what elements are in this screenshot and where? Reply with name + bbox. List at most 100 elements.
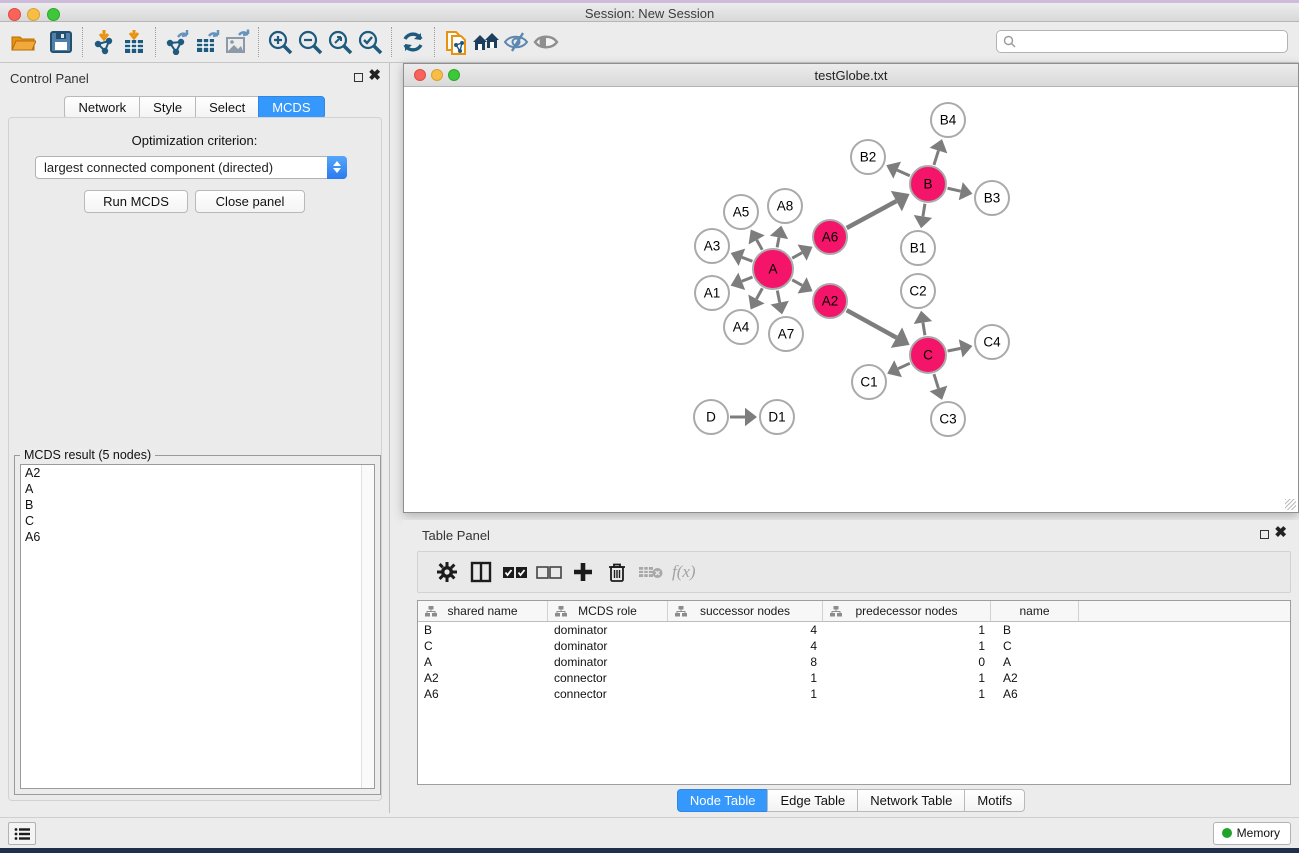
table-cell[interactable]: 1 xyxy=(668,686,823,702)
close-panel-icon[interactable]: ✖ xyxy=(1274,525,1287,541)
table-row[interactable]: A6connector11A6 xyxy=(418,686,1290,702)
table-cell[interactable]: 1 xyxy=(668,670,823,686)
table-cell[interactable]: 1 xyxy=(823,670,991,686)
table-cell[interactable]: dominator xyxy=(548,638,668,654)
edge-C-C4[interactable] xyxy=(948,348,961,351)
edge-A-A4[interactable] xyxy=(756,288,762,299)
column-header-successor-nodes[interactable]: successor nodes xyxy=(668,601,823,621)
hide-graphics-details-button[interactable] xyxy=(501,27,531,57)
column-header-predecessor-nodes[interactable]: predecessor nodes xyxy=(823,601,991,621)
column-header-shared-name[interactable]: shared name xyxy=(418,601,548,621)
memory-button[interactable]: Memory xyxy=(1213,822,1291,845)
mcds-result-item[interactable]: B xyxy=(21,497,374,513)
select-all-columns-button[interactable] xyxy=(498,557,532,587)
tab-node-table[interactable]: Node Table xyxy=(677,789,768,812)
delete-column-button[interactable] xyxy=(600,557,634,587)
edge-B-B4[interactable] xyxy=(934,151,938,165)
mcds-result-item[interactable]: C xyxy=(21,513,374,529)
open-session-button[interactable] xyxy=(8,27,38,57)
table-cell[interactable]: C xyxy=(418,638,548,654)
edge-A-A1[interactable] xyxy=(742,277,753,281)
edge-C-C1[interactable] xyxy=(898,363,910,368)
table-cell[interactable]: 1 xyxy=(823,638,991,654)
export-network-button[interactable] xyxy=(162,27,192,57)
table-cell[interactable]: A2 xyxy=(991,670,1079,686)
table-cell[interactable]: A6 xyxy=(991,686,1079,702)
table-cell[interactable]: dominator xyxy=(548,654,668,670)
export-table-button[interactable] xyxy=(192,27,222,57)
table-cell[interactable]: 1 xyxy=(823,686,991,702)
close-panel-button[interactable]: Close panel xyxy=(195,190,305,213)
network-canvas[interactable]: AA1A2A3A4A5A6A7A8BB1B2B3B4CC1C2C3C4DD1 xyxy=(404,87,1298,512)
task-history-button[interactable] xyxy=(8,822,36,845)
tab-motifs[interactable]: Motifs xyxy=(964,789,1025,812)
zoom-out-button[interactable] xyxy=(295,27,325,57)
tab-select[interactable]: Select xyxy=(195,96,258,119)
table-cell[interactable]: connector xyxy=(548,670,668,686)
mcds-result-item[interactable]: A6 xyxy=(21,529,374,545)
column-header-MCDS-role[interactable]: MCDS role xyxy=(548,601,668,621)
show-all-networks-button[interactable] xyxy=(471,27,501,57)
zoom-in-button[interactable] xyxy=(265,27,295,57)
table-row[interactable]: A2connector11A2 xyxy=(418,670,1290,686)
mcds-result-item[interactable]: A2 xyxy=(21,465,374,481)
import-table-button[interactable] xyxy=(119,27,149,57)
zoom-fit-button[interactable] xyxy=(325,27,355,57)
tab-network[interactable]: Network xyxy=(64,96,139,119)
table-cell[interactable]: B xyxy=(991,622,1079,638)
float-panel-icon[interactable] xyxy=(354,73,363,82)
column-header-name[interactable]: name xyxy=(991,601,1079,621)
mcds-result-list[interactable]: A2ABCA6 xyxy=(20,464,375,789)
edge-C-C2[interactable] xyxy=(923,323,925,336)
run-mcds-button[interactable]: Run MCDS xyxy=(84,190,188,213)
show-column-panel-button[interactable] xyxy=(464,557,498,587)
table-cell[interactable]: A2 xyxy=(418,670,548,686)
network-from-clipboard-button[interactable] xyxy=(441,27,471,57)
table-cell[interactable]: A xyxy=(991,654,1079,670)
zoom-selected-button[interactable] xyxy=(355,27,385,57)
table-cell[interactable]: 4 xyxy=(668,638,823,654)
tab-network-table[interactable]: Network Table xyxy=(857,789,964,812)
table-cell[interactable]: 8 xyxy=(668,654,823,670)
edge-A-A7[interactable] xyxy=(777,291,779,303)
edge-A-A2[interactable] xyxy=(792,280,802,286)
mcds-result-item[interactable]: A xyxy=(21,481,374,497)
edge-A-A5[interactable] xyxy=(757,240,763,250)
tab-style[interactable]: Style xyxy=(139,96,195,119)
scrollbar-track[interactable] xyxy=(361,465,374,788)
node-table[interactable]: shared nameMCDS rolesuccessor nodesprede… xyxy=(417,600,1291,785)
tab-mcds[interactable]: MCDS xyxy=(258,96,324,119)
edge-B-B2[interactable] xyxy=(897,170,910,176)
window-resize-grip[interactable] xyxy=(1285,499,1296,510)
edge-A-A8[interactable] xyxy=(777,237,779,247)
import-network-button[interactable] xyxy=(89,27,119,57)
function-builder-button[interactable]: f(x) xyxy=(672,562,696,582)
table-cell[interactable]: A6 xyxy=(418,686,548,702)
show-hide-button[interactable] xyxy=(531,27,561,57)
table-cell[interactable]: dominator xyxy=(548,622,668,638)
edge-A-A3[interactable] xyxy=(742,257,752,261)
edge-A-A6[interactable] xyxy=(792,253,802,259)
float-panel-icon[interactable] xyxy=(1260,530,1269,539)
table-cell[interactable]: 1 xyxy=(823,622,991,638)
table-cell[interactable]: 0 xyxy=(823,654,991,670)
export-image-button[interactable] xyxy=(222,27,252,57)
delete-table-button[interactable] xyxy=(634,557,668,587)
table-cell[interactable]: connector xyxy=(548,686,668,702)
table-cell[interactable]: A xyxy=(418,654,548,670)
edge-B-B3[interactable] xyxy=(948,188,961,191)
close-panel-icon[interactable]: ✖ xyxy=(368,68,381,84)
edge-A2-C[interactable] xyxy=(847,310,897,337)
table-row[interactable]: Bdominator41B xyxy=(418,622,1290,638)
table-cell[interactable]: 4 xyxy=(668,622,823,638)
network-graph[interactable]: AA1A2A3A4A5A6A7A8BB1B2B3B4CC1C2C3C4DD1 xyxy=(404,87,1298,512)
table-cell[interactable]: B xyxy=(418,622,548,638)
optimization-criterion-select[interactable]: largest connected component (directed) xyxy=(35,156,347,179)
refresh-button[interactable] xyxy=(398,27,428,57)
edge-C-C3[interactable] xyxy=(934,374,938,388)
table-settings-button[interactable] xyxy=(430,557,464,587)
edge-B-B1[interactable] xyxy=(923,204,925,217)
create-column-button[interactable] xyxy=(566,557,600,587)
table-row[interactable]: Cdominator41C xyxy=(418,638,1290,654)
network-window-titlebar[interactable]: testGlobe.txt xyxy=(404,64,1298,87)
